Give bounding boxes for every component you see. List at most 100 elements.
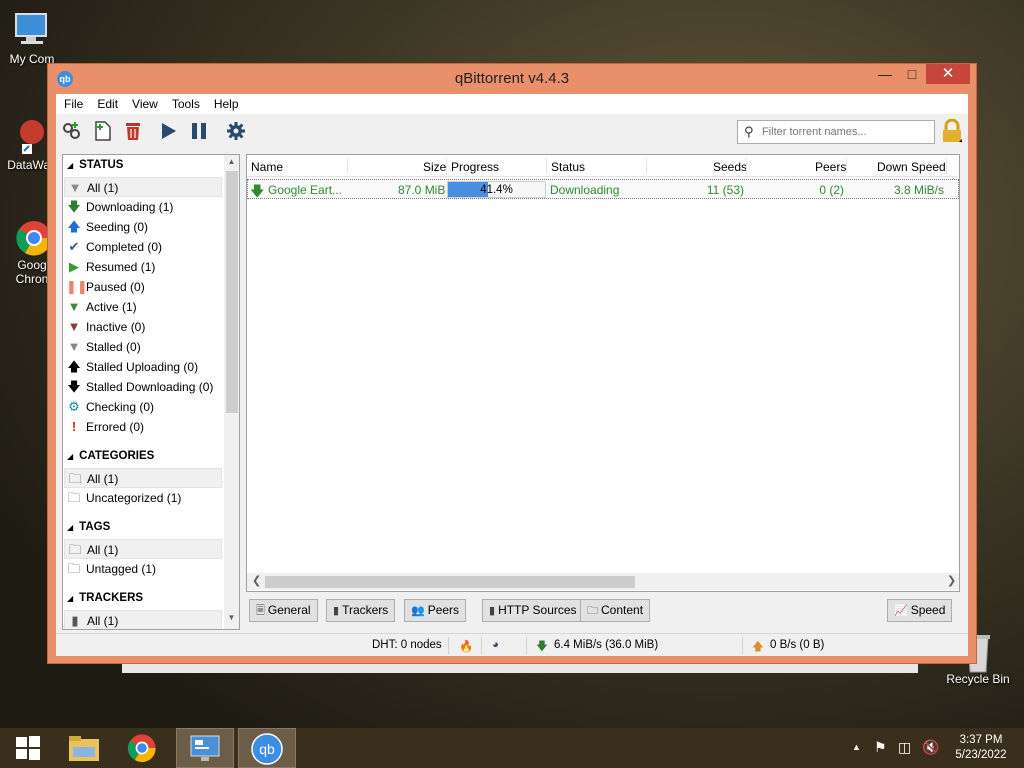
column-header-size[interactable]: Size [423,160,446,174]
scroll-left-icon[interactable]: ❮ [252,574,261,587]
filter-status-all[interactable]: ▼ All (1) [64,177,222,197]
server-icon: ▮ [489,605,496,617]
trackers-section-header[interactable]: ◢ TRACKERS [67,592,143,610]
column-header-down-speed[interactable]: Down Speed [877,160,946,174]
desktop-icon-label: Recycle Bin [946,672,1010,686]
scroll-right-icon[interactable]: ❯ [947,574,956,587]
pause-button[interactable] [187,120,211,144]
column-separator[interactable] [646,158,647,174]
column-separator[interactable] [347,158,348,174]
filter-torrent-input[interactable] [760,123,930,141]
speed-button[interactable]: 📈 Speed [887,599,953,622]
filter-tracker-all[interactable]: ▮ All (1) [64,610,222,629]
section-title: STATUS [79,159,124,171]
dht-nodes: DHT: 0 nodes [372,639,442,651]
downloading-arrow-icon: 🡇 [250,183,265,199]
lock-ui-button[interactable] [940,118,964,145]
upload-arrow-icon: 🡅 [752,641,764,653]
connection-status-icon[interactable]: 🔥 [459,639,473,653]
column-separator[interactable] [946,158,947,174]
column-header-peers[interactable]: Peers [815,160,846,174]
tab-trackers[interactable]: ▮ Trackers [326,599,396,622]
torrent-row[interactable]: 🡇 Google Eart... 87.0 MiB 41.4% Download… [247,179,959,199]
filter-tag-all[interactable]: 🗀 All (1) [64,539,222,559]
column-header-progress[interactable]: Progress [451,160,499,174]
start-button[interactable] [0,728,56,768]
svg-text:qb: qb [259,741,275,757]
filter-status-stalled-uploading[interactable]: 🡅 Stalled Uploading (0) [64,357,222,377]
speed-graph-icon: 📈 [894,605,908,617]
tab-peers[interactable]: 👥 Peers [404,599,467,622]
alt-speed-icon[interactable]: ◕ [492,639,499,651]
filter-status-checking[interactable]: ⚙ Checking (0) [64,397,222,417]
menu-help[interactable]: Help [206,94,245,111]
filter-status-active[interactable]: ▼ Active (1) [64,297,222,317]
close-button[interactable]: ✕ [926,64,970,84]
filter-status-completed[interactable]: ✔ Completed (0) [64,237,222,257]
upload-speed[interactable]: 0 B/s (0 B) [770,639,824,651]
tray-clock[interactable]: 3:37 PM 5/23/2022 [950,733,1012,763]
resume-button[interactable] [156,120,180,144]
filter-status-seeding[interactable]: 🡅 Seeding (0) [64,217,222,237]
filter-label: Inactive (0) [86,320,146,334]
tab-general[interactable]: 🗏 General [249,599,318,622]
filter-status-inactive[interactable]: ▼ Inactive (0) [64,317,222,337]
filter-status-resumed[interactable]: ▶ Resumed (1) [64,257,222,277]
column-separator[interactable] [446,158,447,174]
column-header-seeds[interactable]: Seeds [713,160,747,174]
filter-category-all[interactable]: 🗀 All (1) [64,468,222,488]
add-torrent-link-button[interactable] [60,120,84,144]
filter-category-uncategorized[interactable]: 🗀 Uncategorized (1) [64,488,222,508]
menu-view[interactable]: View [124,94,164,111]
filter-status-errored[interactable]: ! Errored (0) [64,417,222,437]
volume-muted-icon[interactable]: 🔇 [922,739,939,756]
menu-tools[interactable]: Tools [164,94,206,111]
desktop-icon-my-computer[interactable]: My Com [0,10,64,66]
filter-status-downloading[interactable]: 🡇 Downloading (1) [64,197,222,217]
filter-status-stalled[interactable]: ▼ Stalled (0) [64,337,222,357]
scrollbar-thumb[interactable] [265,576,635,588]
maximize-button[interactable]: □ [899,64,925,84]
sidebar-scrollbar[interactable]: ▲ ▼ [224,155,239,629]
status-section-header[interactable]: ◢ STATUS [67,159,123,177]
taskbar-file-explorer[interactable] [56,728,112,768]
download-speed[interactable]: 6.4 MiB/s (36.0 MiB) [554,639,658,651]
scroll-down-icon[interactable]: ▼ [224,613,239,627]
column-header-name[interactable]: Name [251,160,283,174]
tab-http-sources[interactable]: ▮ HTTP Sources [482,599,584,622]
list-horizontal-scrollbar[interactable]: ❮ ❯ [247,573,959,590]
taskbar-chrome[interactable] [114,728,170,768]
exclamation-icon: ! [71,419,77,434]
delete-torrent-button[interactable] [121,120,145,144]
column-separator[interactable] [746,158,747,174]
tab-content[interactable]: 🗀 Content [580,599,651,622]
menu-edit[interactable]: Edit [89,94,124,111]
column-separator[interactable] [846,158,847,174]
tracker-server-icon: ▮ [71,613,79,628]
filter-label: All (1) [87,614,119,628]
minimize-button[interactable]: — [872,64,898,84]
network-icon[interactable]: ◫ [898,739,911,756]
add-torrent-file-button[interactable] [91,120,115,144]
action-center-flag-icon[interactable]: ⚑ [874,739,887,756]
status-separator [448,637,449,654]
menu-file[interactable]: File [56,94,89,111]
search-box[interactable]: ⚲ [737,120,935,144]
column-separator[interactable] [546,158,547,174]
tray-expand-icon[interactable]: ▲ [852,742,861,752]
taskbar-control-panel[interactable] [176,728,234,768]
categories-section-header[interactable]: ◢ CATEGORIES [67,450,154,468]
filter-status-stalled-downloading[interactable]: 🡇 Stalled Downloading (0) [64,377,222,397]
column-header-status[interactable]: Status [551,160,585,174]
scrollbar-thumb[interactable] [226,171,238,413]
tags-section-header[interactable]: ◢ TAGS [67,521,110,539]
torrent-peers: 0 (2) [819,183,844,197]
scroll-up-icon[interactable]: ▲ [224,157,239,171]
filter-tag-untagged[interactable]: 🗀 Untagged (1) [64,559,222,579]
taskbar-qbittorrent[interactable]: qb [238,728,296,768]
options-gear-icon [227,122,245,140]
options-button[interactable] [224,120,248,144]
maximize-icon: □ [907,66,917,82]
filter-status-paused[interactable]: ❚❚Paused (0) [64,277,222,297]
title-bar[interactable]: qb qBittorrent v4.4.3 — □ ✕ [48,64,976,94]
